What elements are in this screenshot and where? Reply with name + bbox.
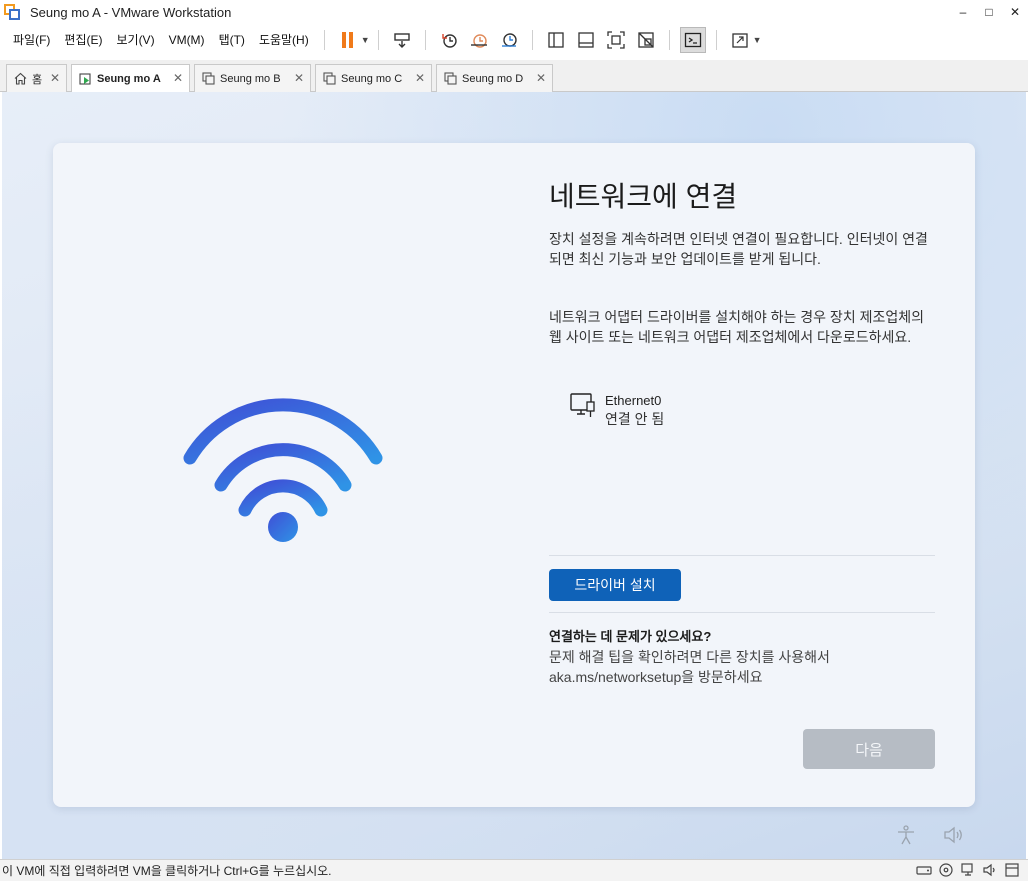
stretch-dropdown-icon[interactable]: ▼ bbox=[753, 35, 762, 45]
snapshot-manager-button[interactable] bbox=[496, 27, 522, 53]
ethernet-icon bbox=[570, 393, 595, 417]
network-item-ethernet[interactable]: Ethernet0 연결 안 됨 bbox=[569, 392, 664, 428]
tab-seung-mo-c[interactable]: Seung mo C ✕ bbox=[315, 64, 432, 92]
menu-tab[interactable]: 탭(T) bbox=[212, 29, 252, 51]
close-tab-icon[interactable]: ✕ bbox=[415, 71, 425, 85]
show-thumbnail-bar-button[interactable] bbox=[573, 27, 599, 53]
take-snapshot-button[interactable] bbox=[436, 27, 462, 53]
status-text: 이 VM에 직접 입력하려면 VM을 클릭하거나 Ctrl+G를 누르십시오. bbox=[2, 864, 332, 878]
maximize-button[interactable]: □ bbox=[976, 0, 1002, 24]
snapshot-icon bbox=[441, 34, 457, 48]
console-icon bbox=[684, 32, 701, 48]
divider bbox=[549, 612, 935, 613]
vm-display[interactable]: 네트워크에 연결 장치 설정을 계속하려면 인터넷 연결이 필요합니다. 인터넷… bbox=[2, 92, 1026, 859]
oobe-network-card: 네트워크에 연결 장치 설정을 계속하려면 인터넷 연결이 필요합니다. 인터넷… bbox=[53, 143, 975, 807]
close-tab-icon[interactable]: ✕ bbox=[173, 71, 183, 85]
description-internet: 장치 설정을 계속하려면 인터넷 연결이 필요합니다. 인터넷이 연결되면 최신… bbox=[549, 231, 928, 267]
library-icon bbox=[547, 32, 564, 48]
close-button[interactable]: ✕ bbox=[1002, 0, 1028, 24]
network-status: 연결 안 됨 bbox=[605, 411, 665, 427]
revert-snapshot-button[interactable] bbox=[466, 27, 492, 53]
console-view-button[interactable] bbox=[679, 27, 706, 53]
revert-snapshot-icon bbox=[470, 34, 487, 48]
tab-seung-mo-b[interactable]: Seung mo B ✕ bbox=[194, 64, 311, 92]
menu-toolbar: 파일(F) 편집(E) 보기(V) VM(M) 탭(T) 도움말(H) ▼ ▼ bbox=[0, 24, 1028, 56]
divider bbox=[549, 555, 935, 556]
thumbnail-bar-icon bbox=[577, 32, 594, 48]
next-button[interactable]: 다음 bbox=[803, 729, 935, 769]
menu-view[interactable]: 보기(V) bbox=[109, 29, 161, 51]
tab-seung-mo-a[interactable]: Seung mo A ✕ bbox=[71, 64, 190, 93]
description-driver: 네트워크 어댑터 드라이버를 설치해야 하는 경우 장치 제조업체의 웹 사이트… bbox=[549, 309, 924, 345]
vm-running-icon bbox=[79, 72, 92, 86]
install-driver-button[interactable]: 드라이버 설치 bbox=[549, 569, 681, 601]
full-screen-icon bbox=[606, 31, 625, 49]
tab-label: Seung mo D bbox=[462, 72, 524, 85]
help-text: 문제 해결 팁을 확인하려면 다른 장치를 사용해서 aka.ms/networ… bbox=[549, 647, 939, 687]
tab-bar: 홈 ✕ Seung mo A ✕ Seung mo B ✕ Seung mo C… bbox=[0, 60, 1028, 93]
close-tab-icon[interactable]: ✕ bbox=[536, 71, 546, 85]
status-bar: 이 VM에 직접 입력하려면 VM을 클릭하거나 Ctrl+G를 누르십시오. bbox=[0, 859, 1028, 881]
pause-icon bbox=[341, 32, 353, 48]
stretch-guest-button[interactable] bbox=[727, 27, 753, 53]
page-title: 네트워크에 연결 bbox=[549, 181, 738, 212]
unity-button[interactable] bbox=[633, 27, 659, 53]
unity-icon bbox=[637, 32, 654, 48]
vm-icon bbox=[323, 72, 336, 85]
hard-disk-icon[interactable] bbox=[916, 862, 934, 880]
send-ctrl-alt-del-button[interactable] bbox=[389, 27, 415, 53]
minimize-button[interactable]: – bbox=[950, 0, 976, 24]
keyboard-send-icon bbox=[393, 33, 410, 48]
accessibility-icon[interactable] bbox=[895, 824, 917, 846]
volume-icon[interactable] bbox=[942, 824, 964, 846]
menu-edit[interactable]: 편집(E) bbox=[57, 29, 109, 51]
menu-help[interactable]: 도움말(H) bbox=[252, 29, 316, 51]
home-icon bbox=[14, 72, 27, 85]
help-text-line1: 문제 해결 팁을 확인하려면 다른 장치를 사용해서 bbox=[549, 649, 830, 665]
vm-icon bbox=[202, 72, 215, 85]
full-screen-button[interactable] bbox=[603, 27, 629, 53]
close-tab-icon[interactable]: ✕ bbox=[294, 71, 304, 85]
sound-card-icon[interactable] bbox=[982, 862, 1000, 880]
snapshot-manager-icon bbox=[501, 33, 517, 47]
show-library-button[interactable] bbox=[543, 27, 569, 53]
vm-icon bbox=[444, 72, 457, 85]
cd-dvd-icon[interactable] bbox=[938, 862, 956, 880]
stretch-icon bbox=[731, 33, 748, 48]
window-title: Seung mo A - VMware Workstation bbox=[30, 4, 232, 20]
tab-seung-mo-d[interactable]: Seung mo D ✕ bbox=[436, 64, 553, 92]
tab-label: Seung mo C bbox=[341, 72, 403, 85]
title-bar: Seung mo A - VMware Workstation – □ ✕ bbox=[0, 0, 1028, 24]
help-title: 연결하는 데 문제가 있으세요? bbox=[549, 629, 712, 644]
network-name: Ethernet0 bbox=[605, 393, 662, 408]
network-adapter-icon[interactable] bbox=[960, 862, 978, 880]
menu-file[interactable]: 파일(F) bbox=[6, 29, 57, 51]
pause-button[interactable] bbox=[335, 27, 361, 53]
display-icon[interactable] bbox=[1004, 862, 1022, 880]
tab-label: 홈 bbox=[32, 73, 43, 86]
menu-vm[interactable]: VM(M) bbox=[162, 29, 212, 51]
vmware-logo-icon bbox=[4, 4, 20, 20]
power-dropdown-icon[interactable]: ▼ bbox=[361, 35, 370, 45]
tab-label: Seung mo A bbox=[97, 73, 161, 85]
help-text-line2: aka.ms/networksetup을 방문하세요 bbox=[549, 669, 763, 685]
wifi-icon bbox=[183, 398, 383, 542]
tab-home[interactable]: 홈 ✕ bbox=[6, 64, 67, 92]
close-tab-icon[interactable]: ✕ bbox=[50, 71, 60, 85]
tab-label: Seung mo B bbox=[220, 72, 281, 85]
